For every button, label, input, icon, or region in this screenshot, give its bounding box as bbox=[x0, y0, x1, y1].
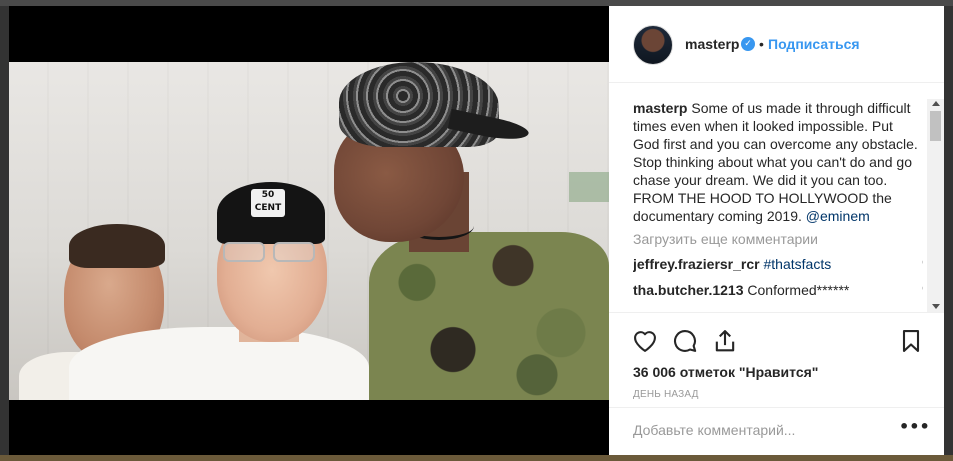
scroll-thumb[interactable] bbox=[930, 111, 941, 141]
more-options-button[interactable]: ••• bbox=[899, 416, 930, 438]
post-actions: 36 006 отметок "Нравится" ДЕНЬ НАЗАД bbox=[609, 312, 944, 414]
photo-cap-logo: 50 CENT bbox=[251, 189, 285, 217]
photo-person-left-hair bbox=[69, 224, 165, 268]
comments-scrollbar[interactable] bbox=[927, 99, 944, 312]
add-comment-bar: ••• bbox=[609, 407, 944, 455]
photo-person-center-shirt bbox=[69, 327, 369, 400]
post-media[interactable]: 50 CENT bbox=[9, 6, 609, 455]
share-icon[interactable] bbox=[711, 327, 739, 355]
header-separator: • bbox=[759, 36, 764, 52]
comment-row: jeffrey.fraziersr_rcr #thatsfacts bbox=[633, 255, 923, 273]
caption-mention-link[interactable]: @eminem bbox=[806, 208, 870, 224]
comment-username[interactable]: tha.butcher.1213 bbox=[633, 282, 744, 298]
header-username[interactable]: masterp bbox=[685, 36, 739, 52]
heart-icon[interactable] bbox=[631, 327, 659, 355]
post-panel: masterp ✓ • Подписаться masterp Some of … bbox=[609, 6, 944, 455]
follow-button[interactable]: Подписаться bbox=[768, 36, 860, 52]
bookmark-icon[interactable] bbox=[897, 327, 925, 355]
comment-username[interactable]: jeffrey.fraziersr_rcr bbox=[633, 256, 760, 272]
backdrop-bottom bbox=[0, 455, 953, 461]
comment-hashtag-link[interactable]: #thatsfacts bbox=[764, 256, 832, 272]
backdrop-right bbox=[944, 6, 953, 461]
add-comment-input[interactable] bbox=[633, 419, 883, 441]
comment-icon[interactable] bbox=[671, 327, 699, 355]
small-heart-icon[interactable] bbox=[921, 257, 923, 269]
photo-person-right-jacket bbox=[369, 232, 609, 400]
post-header: masterp ✓ • Подписаться bbox=[609, 6, 944, 83]
likes-count[interactable]: 36 006 отметок "Нравится" bbox=[633, 364, 818, 380]
comment-text: Conformed****** bbox=[747, 282, 850, 298]
small-heart-icon[interactable] bbox=[921, 283, 923, 295]
post-photo[interactable]: 50 CENT bbox=[9, 62, 609, 400]
scroll-up-arrow-icon[interactable] bbox=[932, 101, 940, 106]
verified-badge-icon: ✓ bbox=[741, 37, 755, 51]
comment-row: tha.butcher.1213 Conformed****** bbox=[633, 281, 923, 299]
post-caption: masterp Some of us made it through diffi… bbox=[633, 99, 923, 225]
photo-person-center-glasses bbox=[223, 242, 321, 264]
avatar[interactable] bbox=[633, 25, 673, 65]
post-timestamp[interactable]: ДЕНЬ НАЗАД bbox=[633, 389, 699, 400]
caption-username[interactable]: masterp bbox=[633, 100, 687, 116]
comments-list[interactable]: masterp Some of us made it through diffi… bbox=[633, 99, 923, 312]
photo-wall-sign bbox=[569, 172, 609, 202]
load-more-comments-button[interactable]: Загрузить еще комментарии bbox=[633, 231, 923, 247]
backdrop-left bbox=[0, 6, 9, 461]
scroll-down-arrow-icon[interactable] bbox=[932, 304, 940, 309]
caption-text: Some of us made it through difficult tim… bbox=[633, 100, 918, 224]
